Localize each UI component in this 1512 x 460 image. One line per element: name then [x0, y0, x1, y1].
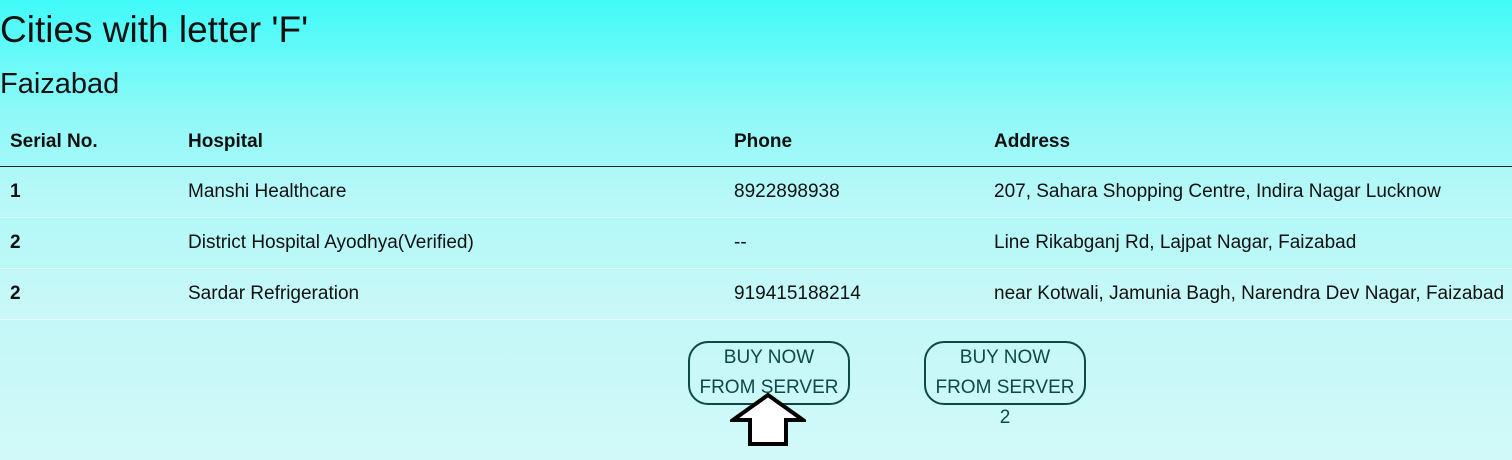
page-title: Cities with letter 'F'	[0, 9, 309, 50]
cell-serial: 1	[0, 166, 188, 218]
table-row: 1 Manshi Healthcare 8922898938 207, Saha…	[0, 166, 1512, 218]
table-row: 2 District Hospital Ayodhya(Verified) --…	[0, 217, 1512, 269]
cell-serial: 2	[0, 217, 188, 269]
buy-server-2-button[interactable]: BUY NOW FROM SERVER 2	[924, 341, 1086, 428]
table-row: 2 Sardar Refrigeration 919415188214 near…	[0, 268, 1512, 320]
cell-phone: 919415188214	[734, 268, 994, 320]
table-header-row: Serial No. Hospital Phone Address	[0, 117, 1512, 167]
cell-hospital: District Hospital Ayodhya(Verified)	[188, 217, 734, 269]
cell-address: 207, Sahara Shopping Centre, Indira Naga…	[994, 166, 1512, 218]
cell-phone: 8922898938	[734, 166, 994, 218]
header-address: Address	[994, 117, 1512, 167]
cell-address: Line Rikabganj Rd, Lajpat Nagar, Faizaba…	[994, 217, 1512, 269]
city-title: Faizabad	[0, 68, 120, 100]
cell-phone: --	[734, 217, 994, 269]
cell-hospital: Sardar Refrigeration	[188, 268, 734, 320]
cell-serial: 2	[0, 268, 188, 320]
header-serial: Serial No.	[0, 117, 188, 167]
cell-address: near Kotwali, Jamunia Bagh, Narendra Dev…	[994, 268, 1512, 320]
header-hospital: Hospital	[188, 117, 734, 167]
cell-hospital: Manshi Healthcare	[188, 166, 734, 218]
header-phone: Phone	[734, 117, 994, 167]
hospital-table: Serial No. Hospital Phone Address 1 Mans…	[0, 117, 1512, 320]
up-arrow-icon	[730, 392, 806, 446]
